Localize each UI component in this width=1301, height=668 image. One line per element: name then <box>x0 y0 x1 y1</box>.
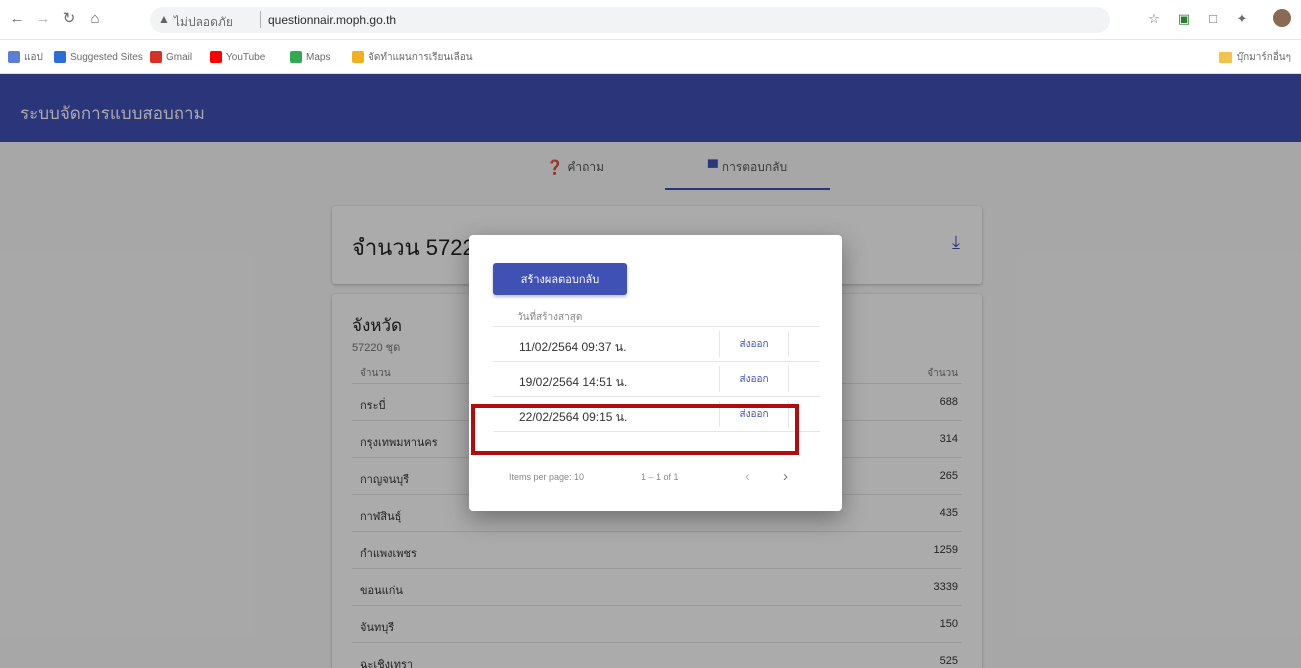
export-dialog: สร้างผลตอบกลับ วันที่สร้างสาสุด 11/02/25… <box>469 235 842 511</box>
bookmarks-bar: แอป Suggested Sites Gmail YouTube Maps จ… <box>0 40 1301 74</box>
export-date: 19/02/2564 14:51 น. <box>519 375 628 389</box>
puzzle-icon[interactable]: ✦ <box>1234 11 1250 27</box>
address-bar[interactable]: ▲ ไม่ปลอดภัย questionnair.moph.go.th <box>150 7 1110 33</box>
extension-icon[interactable]: ▣ <box>1176 11 1192 27</box>
chevron-left-icon[interactable]: ‹ <box>745 468 750 485</box>
forward-icon[interactable]: → <box>34 10 52 28</box>
star-icon[interactable]: ☆ <box>1146 11 1162 27</box>
youtube-icon <box>210 51 222 63</box>
bookmark-label: Suggested Sites <box>70 51 143 63</box>
bookmark-label: YouTube <box>226 51 266 63</box>
table-row: 19/02/2564 14:51 น. ส่งออก <box>493 362 820 397</box>
bookmark-label: Gmail <box>166 51 193 63</box>
bookmark-maps[interactable]: Maps <box>290 50 330 64</box>
create-response-button[interactable]: สร้างผลตอบกลับ <box>493 263 627 295</box>
folder-icon <box>1218 52 1232 63</box>
reload-icon[interactable]: ↻ <box>60 10 78 28</box>
url-text[interactable]: questionnair.moph.go.th <box>268 13 396 27</box>
cast-icon[interactable]: □ <box>1205 11 1221 27</box>
home-icon[interactable]: ⌂ <box>86 10 104 28</box>
warning-icon: ▲ <box>158 12 170 26</box>
other-bookmarks-label: บุ๊กมาร์กอื่นๆ <box>1236 52 1291 63</box>
insecure-label: ไม่ปลอดภัย <box>174 15 233 29</box>
bookmark-label: Maps <box>306 51 331 63</box>
bookmark-youtube[interactable]: YouTube <box>210 50 265 64</box>
bookmark-gmail[interactable]: Gmail <box>150 50 192 64</box>
page-range-label: 1 – 1 of 1 <box>641 472 679 482</box>
export-date: 11/02/2564 09:37 น. <box>519 340 627 354</box>
apps-icon <box>8 51 20 63</box>
gmail-icon <box>150 51 162 63</box>
export-button[interactable]: ส่งออก <box>719 331 789 357</box>
maps-icon <box>290 51 302 63</box>
address-separator <box>260 11 261 28</box>
bookmark-label: แอป <box>24 51 43 63</box>
bookmark-suggested-sites[interactable]: Suggested Sites <box>54 50 143 64</box>
avatar[interactable] <box>1273 9 1291 27</box>
bing-icon <box>54 51 66 63</box>
browser-toolbar: ← → ↻ ⌂ ▲ ไม่ปลอดภัย questionnair.moph.g… <box>0 0 1301 40</box>
flower-icon <box>352 51 364 63</box>
highlight-box <box>471 404 799 455</box>
export-button[interactable]: ส่งออก <box>719 366 789 392</box>
bookmark-apps[interactable]: แอป <box>8 50 43 64</box>
items-per-page-select[interactable]: Items per page: 10 <box>509 472 584 482</box>
column-header-created: วันที่สร้างสาสุด <box>517 312 583 323</box>
dialog-table-header: วันที่สร้างสาสุด <box>493 307 820 327</box>
table-row: 11/02/2564 09:37 น. ส่งออก <box>493 327 820 362</box>
bookmark-thai-site[interactable]: จัดทำแผนการเรียนเลือน <box>352 50 473 64</box>
paginator: Items per page: 10 1 – 1 of 1 ‹ › <box>493 467 820 487</box>
other-bookmarks[interactable]: บุ๊กมาร์กอื่นๆ <box>1218 50 1291 65</box>
back-icon[interactable]: ← <box>8 10 26 28</box>
chevron-right-icon[interactable]: › <box>783 468 788 485</box>
bookmark-label: จัดทำแผนการเรียนเลือน <box>368 51 473 63</box>
